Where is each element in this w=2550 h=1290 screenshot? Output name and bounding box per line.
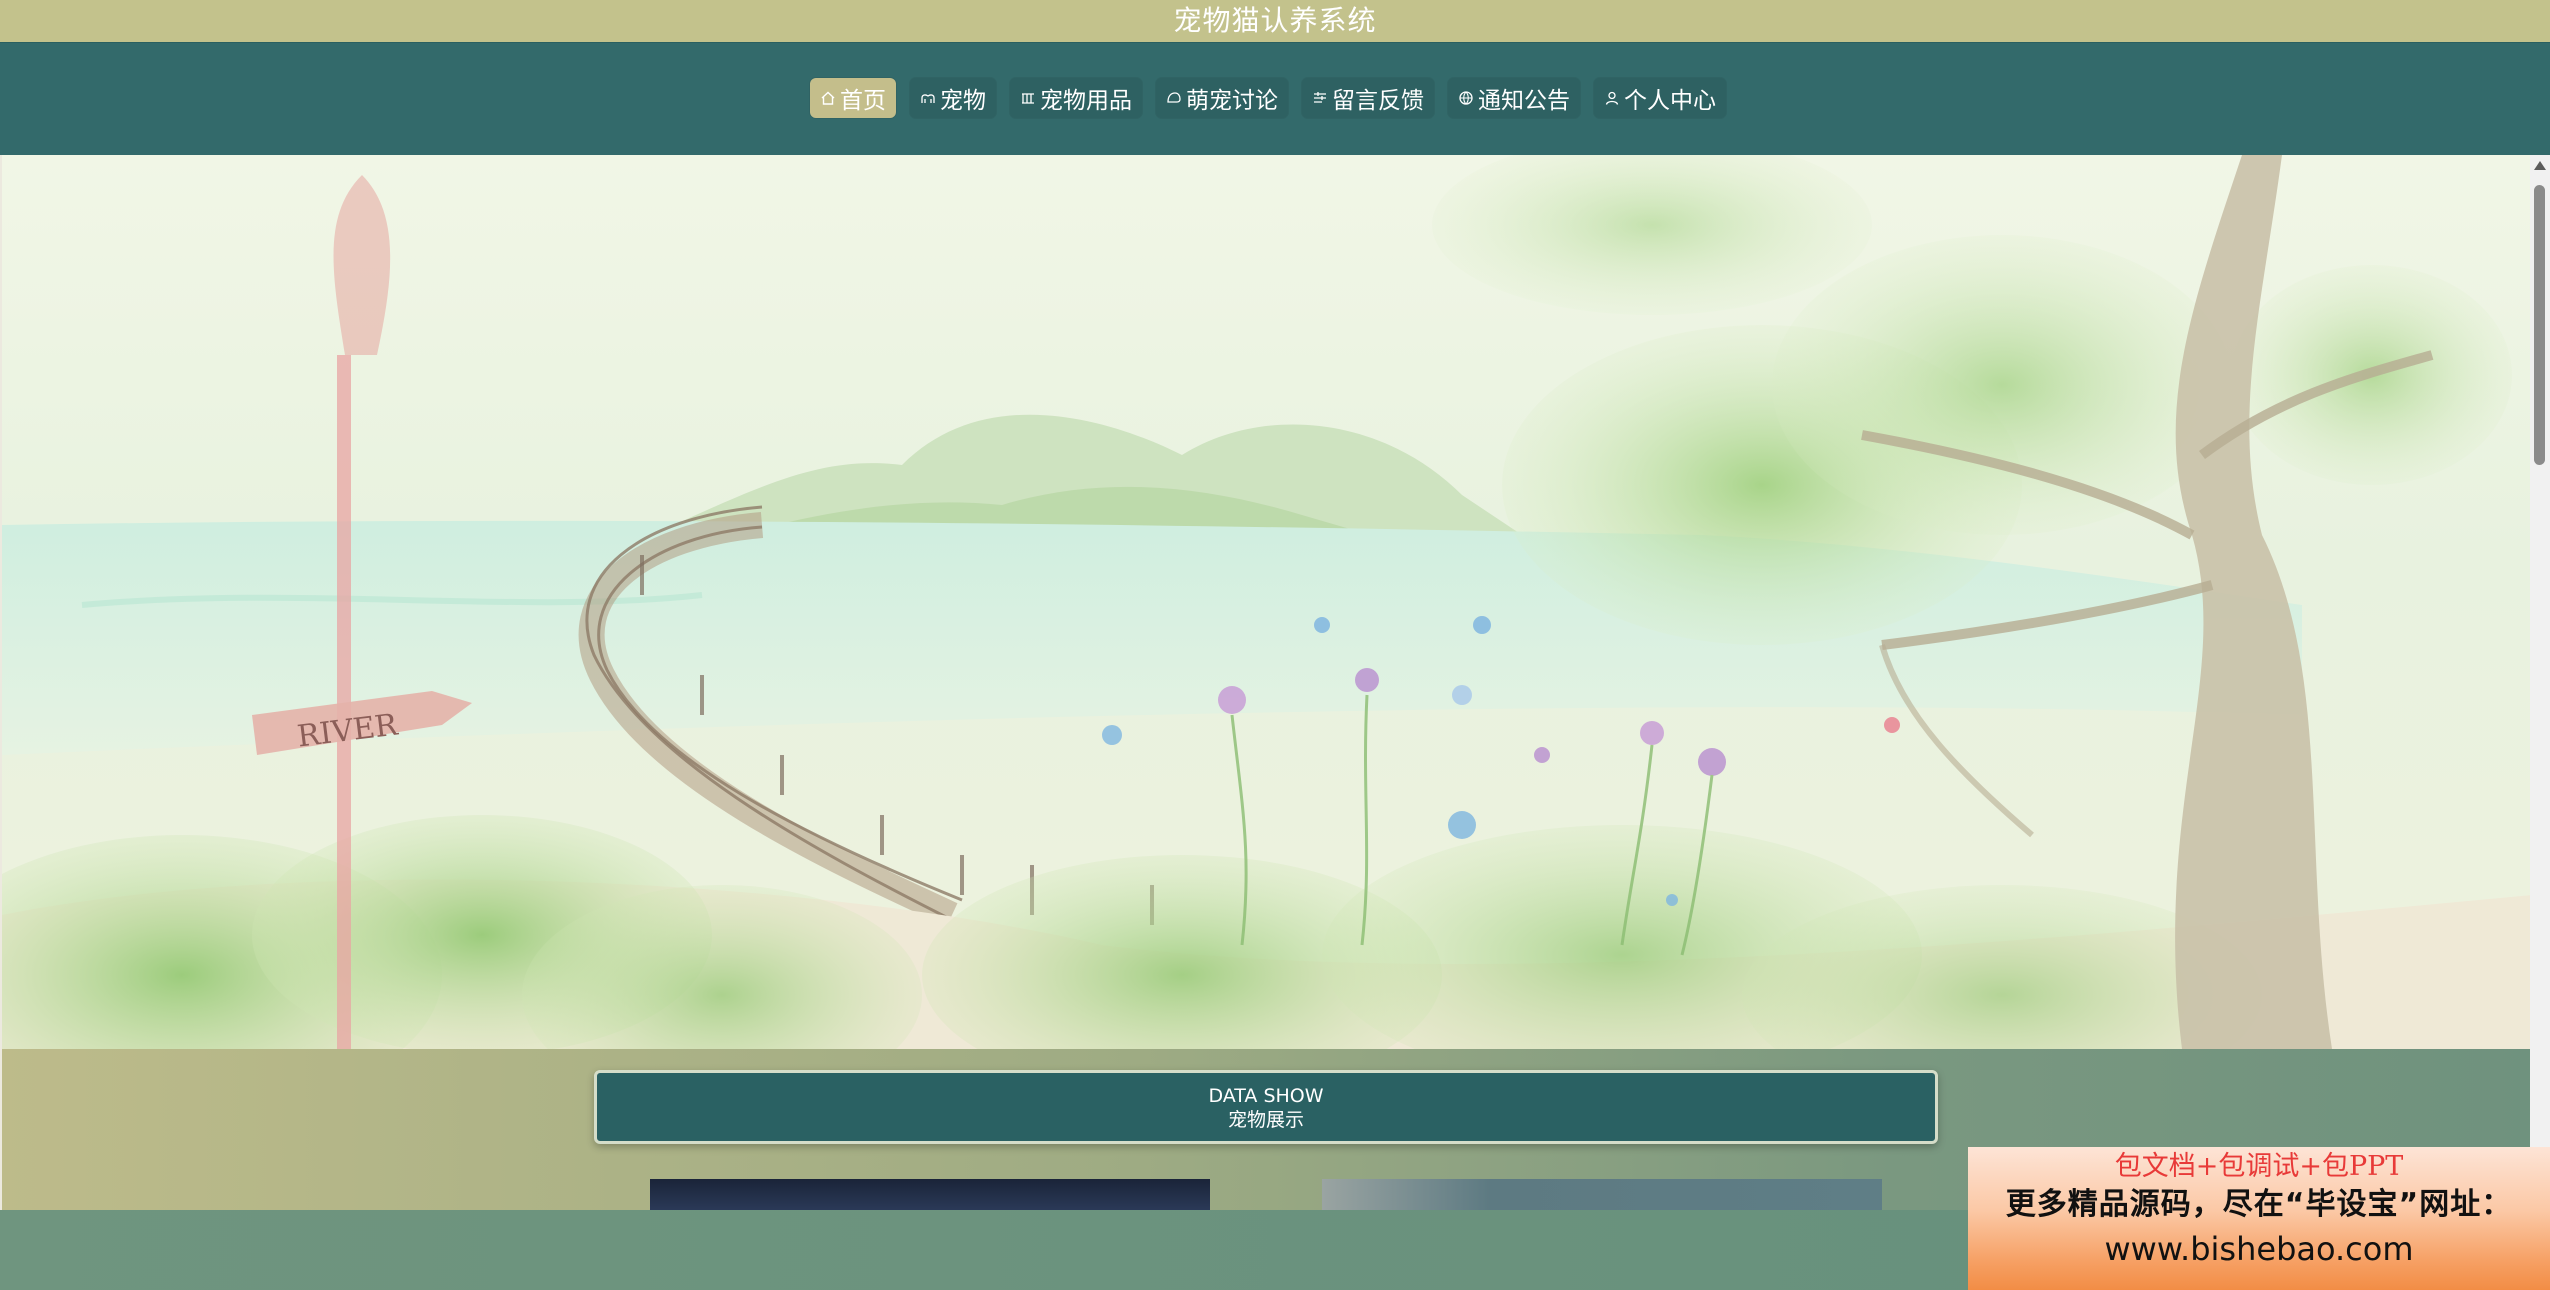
- home-icon: [820, 90, 836, 106]
- nav-item-label: 个人中心: [1624, 88, 1716, 114]
- nav-item-label: 宠物: [940, 88, 986, 114]
- nav-item-label: 留言反馈: [1332, 88, 1424, 114]
- nav-item-label: 宠物用品: [1040, 88, 1132, 114]
- pet-icon: [920, 90, 936, 106]
- nav-item-notice[interactable]: 通知公告: [1448, 78, 1580, 118]
- nav-list: 首页 宠物 宠物用品 萌宠讨论 留言反馈 通知公告 个人中心: [0, 78, 2550, 118]
- app-title: 宠物猫认养系统: [0, 0, 2550, 42]
- nav-item-label: 萌宠讨论: [1186, 88, 1278, 114]
- section-title-cn: 宠物展示: [1227, 1109, 1304, 1131]
- promo-banner[interactable]: 包文档+包调试+包PPT 更多精品源码，尽在“毕设宝”网址： www.bishe…: [1968, 1147, 2550, 1290]
- page-scrollbar[interactable]: [2530, 155, 2550, 1290]
- promo-url[interactable]: www.bishebao.com: [1968, 1227, 2550, 1271]
- scroll-up-icon[interactable]: [2534, 161, 2546, 170]
- nav-item-user-center[interactable]: 个人中心: [1594, 78, 1726, 118]
- promo-line-2: 更多精品源码，尽在“毕设宝”网址：: [2005, 1187, 2513, 1222]
- feedback-icon: [1312, 90, 1328, 106]
- nav-item-home[interactable]: 首页: [810, 78, 896, 118]
- nav-item-label: 首页: [840, 88, 886, 114]
- nav-item-label: 通知公告: [1478, 88, 1570, 114]
- nav-item-pet[interactable]: 宠物: [910, 78, 996, 118]
- banner-carousel[interactable]: RIVER: [2, 155, 2532, 1049]
- notice-icon: [1458, 90, 1474, 106]
- nav-item-feedback[interactable]: 留言反馈: [1302, 78, 1434, 118]
- nav-item-forum[interactable]: 萌宠讨论: [1156, 78, 1288, 118]
- user-icon: [1604, 90, 1620, 106]
- promo-line-1: 包文档+包调试+包PPT: [2114, 1151, 2404, 1182]
- section-title: DATA SHOW 宠物展示: [594, 1070, 1938, 1144]
- main-nav: 首页 宠物 宠物用品 萌宠讨论 留言反馈 通知公告 个人中心: [0, 42, 2550, 155]
- forum-icon: [1166, 90, 1182, 106]
- section-title-en: DATA SHOW: [1208, 1085, 1324, 1107]
- scroll-thumb[interactable]: [2534, 185, 2545, 465]
- supplies-icon: [1020, 90, 1036, 106]
- nav-item-supplies[interactable]: 宠物用品: [1010, 78, 1142, 118]
- banner-image: RIVER: [2, 155, 2532, 1049]
